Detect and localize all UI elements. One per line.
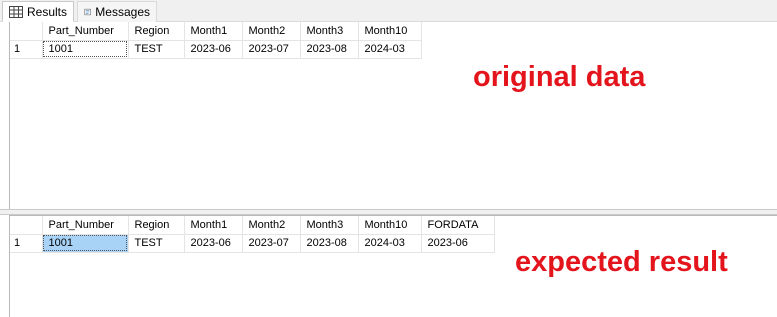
column-header-month2[interactable]: Month2 bbox=[242, 216, 301, 235]
grid-icon bbox=[9, 5, 23, 18]
column-header-region[interactable]: Region bbox=[128, 216, 185, 235]
messages-icon bbox=[84, 8, 91, 16]
table-header-row: Part_Number Region Month1 Month2 Month3 … bbox=[10, 216, 495, 235]
table-cell-month2[interactable]: 2023-07 bbox=[242, 40, 301, 59]
table-cell-region[interactable]: TEST bbox=[128, 40, 185, 59]
column-header-part-number[interactable]: Part_Number bbox=[42, 22, 129, 41]
table-cell-month2[interactable]: 2023-07 bbox=[242, 234, 301, 253]
column-header-month10[interactable]: Month10 bbox=[358, 22, 422, 41]
column-header-month10[interactable]: Month10 bbox=[358, 216, 422, 235]
table-cell-month3[interactable]: 2023-08 bbox=[300, 234, 359, 253]
column-header-month2[interactable]: Month2 bbox=[242, 22, 301, 41]
table-cell-part-number[interactable]: 1001 bbox=[42, 234, 129, 253]
column-header-month3[interactable]: Month3 bbox=[300, 22, 359, 41]
row-number-header bbox=[10, 216, 43, 235]
tab-results-label: Results bbox=[26, 4, 67, 19]
row-number-header bbox=[10, 22, 43, 41]
column-header-region[interactable]: Region bbox=[128, 22, 185, 41]
table-cell-part-number[interactable]: 1001 bbox=[42, 40, 129, 59]
left-margin bbox=[0, 22, 9, 317]
table-cell-fordata[interactable]: 2023-06 bbox=[421, 234, 495, 253]
expected-result-table: Part_Number Region Month1 Month2 Month3 … bbox=[10, 216, 495, 253]
tab-messages-label: Messages bbox=[95, 5, 150, 19]
row-number[interactable]: 1 bbox=[10, 40, 43, 59]
column-header-part-number[interactable]: Part_Number bbox=[42, 216, 129, 235]
table-cell-month1[interactable]: 2023-06 bbox=[184, 40, 243, 59]
row-number[interactable]: 1 bbox=[10, 234, 43, 253]
table-cell-month3[interactable]: 2023-08 bbox=[300, 40, 359, 59]
tab-results[interactable]: Results bbox=[2, 1, 74, 22]
results-tab-bar: Results Messages bbox=[0, 0, 777, 22]
table-row: 1 1001 TEST 2023-06 2023-07 2023-08 2024… bbox=[10, 40, 422, 59]
table-cell-month10[interactable]: 2024-03 bbox=[358, 234, 422, 253]
table-cell-month10[interactable]: 2024-03 bbox=[358, 40, 422, 59]
column-header-month1[interactable]: Month1 bbox=[184, 216, 243, 235]
table-cell-month1[interactable]: 2023-06 bbox=[184, 234, 243, 253]
table-header-row: Part_Number Region Month1 Month2 Month3 … bbox=[10, 22, 422, 41]
column-header-fordata[interactable]: FORDATA bbox=[421, 216, 495, 235]
column-header-month1[interactable]: Month1 bbox=[184, 22, 243, 41]
column-header-month3[interactable]: Month3 bbox=[300, 216, 359, 235]
original-data-grid[interactable]: Part_Number Region Month1 Month2 Month3 … bbox=[9, 22, 777, 210]
annotation-original-data: original data bbox=[473, 61, 646, 93]
original-data-table: Part_Number Region Month1 Month2 Month3 … bbox=[10, 22, 422, 59]
table-cell-region[interactable]: TEST bbox=[128, 234, 185, 253]
annotation-expected-result: expected result bbox=[515, 246, 728, 278]
tab-messages[interactable]: Messages bbox=[77, 1, 157, 22]
table-row: 1 1001 TEST 2023-06 2023-07 2023-08 2024… bbox=[10, 234, 495, 253]
